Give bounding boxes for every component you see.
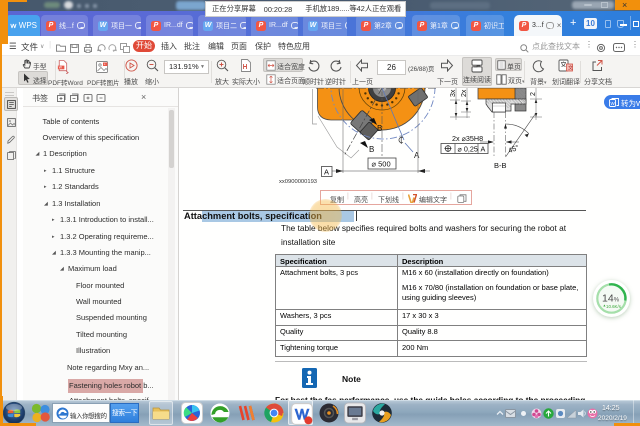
svg-text:B: B: [377, 124, 382, 133]
svg-text:10.6K/s: 10.6K/s: [606, 304, 622, 309]
svg-text:B: B: [369, 145, 374, 154]
svg-text:B-B: B-B: [494, 161, 507, 170]
svg-text:14: 14: [602, 293, 614, 305]
svg-text:W: W: [611, 101, 616, 106]
svg-text:%: %: [614, 298, 620, 304]
svg-text:2x: 2x: [461, 89, 468, 97]
svg-text:+: +: [104, 63, 106, 67]
svg-text:A: A: [324, 168, 329, 177]
svg-text:⌀ 0,25: ⌀ 0,25: [458, 145, 478, 154]
svg-text:2: 2: [530, 92, 537, 96]
svg-text:⌀ 500: ⌀ 500: [372, 160, 391, 169]
svg-text:3x: 3x: [450, 89, 457, 97]
svg-text:文: 文: [568, 65, 573, 72]
svg-text:A: A: [481, 145, 486, 154]
svg-text:A: A: [414, 151, 420, 160]
svg-text:2x ⌀35H8: 2x ⌀35H8: [452, 134, 483, 143]
svg-text:45°: 45°: [507, 143, 521, 155]
